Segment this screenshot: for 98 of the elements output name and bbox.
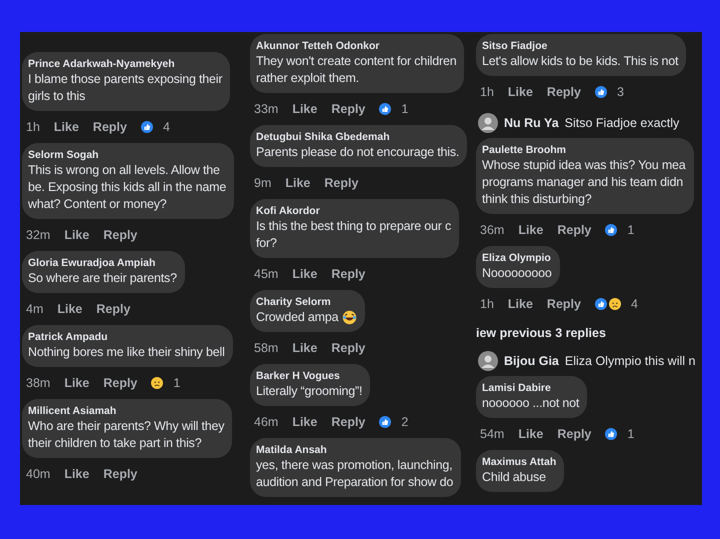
comment-text: Whose stupid idea was this? You mea programs manager and his team didn think this disturbing?	[482, 157, 686, 208]
comment-author[interactable]: Sitso Fiadjoe	[482, 39, 678, 53]
thumbs-up-icon	[605, 428, 618, 440]
reply-link[interactable]: Reply	[557, 427, 592, 441]
comment-author[interactable]: Maximus Attah	[482, 455, 556, 469]
comment-author[interactable]: Matilda Ansah	[256, 443, 454, 457]
comment-text: Nothing bores me like their shiny bell	[28, 344, 225, 361]
comment-text: I blame those parents exposing their girls to this	[28, 71, 222, 105]
comment-text: So where are their parents?	[28, 270, 177, 287]
like-link[interactable]: Like	[292, 341, 318, 355]
comment-time: 1h	[480, 85, 494, 99]
comment-time: 33m	[254, 102, 278, 116]
comment-author[interactable]: Lamisi Dabire	[482, 381, 580, 395]
comment-author[interactable]: Patrick Ampadu	[28, 330, 225, 344]
thumbs-up-icon	[605, 224, 618, 236]
like-link[interactable]: Like	[292, 102, 318, 116]
comment-time: 1h	[26, 120, 40, 134]
avatar-icon	[478, 351, 498, 371]
sad-emoji-icon	[608, 298, 621, 310]
reaction-count: 4	[162, 120, 170, 134]
comment-time: 32m	[26, 228, 50, 242]
comment-text: They won't create content for children rather exploit them.	[256, 53, 456, 87]
thumbs-up-icon	[594, 86, 607, 98]
comment-time: 54m	[480, 427, 504, 441]
comment-text: Who are their parents? Why will they their children to take part in this?	[28, 418, 224, 452]
reply-link[interactable]: Reply	[331, 415, 366, 429]
reaction-count: 3	[616, 85, 624, 99]
reply-link[interactable]: Reply	[331, 102, 366, 116]
like-link[interactable]: Like	[292, 267, 318, 281]
comment-author[interactable]: Prince Adarkwah-Nyamekyeh	[28, 57, 222, 71]
like-link[interactable]: Like	[508, 85, 533, 99]
reply-link[interactable]: Reply	[331, 267, 366, 281]
comment-text: Literally “grooming”!	[256, 383, 362, 400]
comment-text: Nooooooooo	[482, 265, 552, 282]
comment-time: 9m	[254, 176, 272, 190]
comment-author[interactable]: Paulette Broohm	[482, 143, 686, 157]
comment-author[interactable]: Selorm Sogah	[28, 148, 226, 162]
view-replies-link[interactable]: iew previous 3 replies	[474, 320, 702, 346]
like-link[interactable]: Like	[64, 228, 90, 242]
like-link[interactable]: Like	[518, 223, 544, 237]
like-link[interactable]: Like	[64, 376, 90, 390]
like-link[interactable]: Like	[64, 467, 90, 481]
reply-link[interactable]: Reply	[92, 120, 127, 134]
avatar-icon	[478, 113, 498, 133]
reply-link[interactable]: Reply	[103, 376, 138, 390]
like-link[interactable]: Like	[508, 297, 533, 311]
comment-text: Parents please do not encourage this.	[256, 144, 460, 161]
reply-link[interactable]: Reply	[324, 176, 358, 190]
comment-text: noooooo ...not not	[482, 395, 580, 412]
comment-author[interactable]: Barker H Vogues	[256, 369, 362, 383]
like-link[interactable]: Like	[57, 302, 82, 316]
reaction-count: 1	[401, 102, 408, 116]
reaction-count: 1	[627, 427, 634, 441]
thumbs-up-icon	[379, 103, 392, 115]
comment-time: 4m	[26, 302, 44, 316]
thumbs-up-icon	[379, 416, 392, 428]
reaction-count: 2	[401, 415, 408, 429]
comment-text: Child abuse	[482, 469, 546, 486]
comment-text: Is this the best thing to prepare our c for?	[256, 218, 452, 252]
reply-author[interactable]: Bijou Gia	[504, 354, 559, 368]
comment-author[interactable]: Kofi Akordor	[256, 204, 452, 218]
comment-author[interactable]: Eliza Olympio	[482, 251, 552, 265]
reply-author[interactable]: Nu Ru Ya	[504, 116, 559, 130]
reply-link[interactable]: Reply	[96, 302, 130, 316]
like-link[interactable]: Like	[518, 427, 544, 441]
like-link[interactable]: Like	[292, 415, 318, 429]
comment-text: Crowded ampa	[256, 309, 338, 326]
comment-time: 46m	[254, 415, 278, 429]
comment-text: This is wrong on all levels. Allow the be. Exposing this kids all in the name what? Content or money?	[28, 162, 226, 213]
sad-emoji-icon	[151, 377, 164, 389]
reaction-count: 1	[173, 376, 180, 390]
like-link[interactable]: Like	[285, 176, 310, 190]
thumbs-up-icon	[594, 298, 607, 310]
comment-time: 58m	[254, 341, 278, 355]
comment-text: Let's allow kids to be kids. This is not	[482, 53, 678, 70]
reply-link[interactable]: Reply	[103, 467, 138, 481]
thumbs-up-icon	[140, 121, 153, 133]
reply-text: Eliza Olympio this will n	[564, 354, 696, 368]
comment-text: yes, there was promotion, launching, audition and Preparation for show do	[256, 457, 454, 491]
comment-time: 38m	[26, 376, 50, 390]
comment-time: 1h	[480, 297, 494, 311]
comment-author[interactable]: Akunnor Tetteh Odonkor	[256, 39, 456, 53]
comment-time: 36m	[480, 223, 504, 237]
comment-time: 45m	[254, 267, 278, 281]
like-link[interactable]: Like	[54, 120, 79, 134]
comment-author[interactable]: Millicent Asiamah	[28, 404, 224, 418]
reply-link[interactable]: Reply	[103, 228, 138, 242]
comment-time: 40m	[26, 467, 50, 481]
reply-link[interactable]: Reply	[546, 85, 581, 99]
comment-author[interactable]: Gloria Ewuradjoa Ampiah	[28, 256, 177, 270]
reaction-count: 1	[627, 223, 634, 237]
reply-text: Sitso Fiadjoe exactly	[564, 116, 680, 130]
reply-link[interactable]: Reply	[546, 297, 581, 311]
comment-author[interactable]: Charity Selorm	[256, 295, 358, 309]
comment-author[interactable]: Detugbui Shika Gbedemah	[256, 130, 460, 144]
reply-link[interactable]: Reply	[331, 341, 366, 355]
reply-link[interactable]: Reply	[557, 223, 592, 237]
reaction-count: 4	[630, 297, 638, 311]
